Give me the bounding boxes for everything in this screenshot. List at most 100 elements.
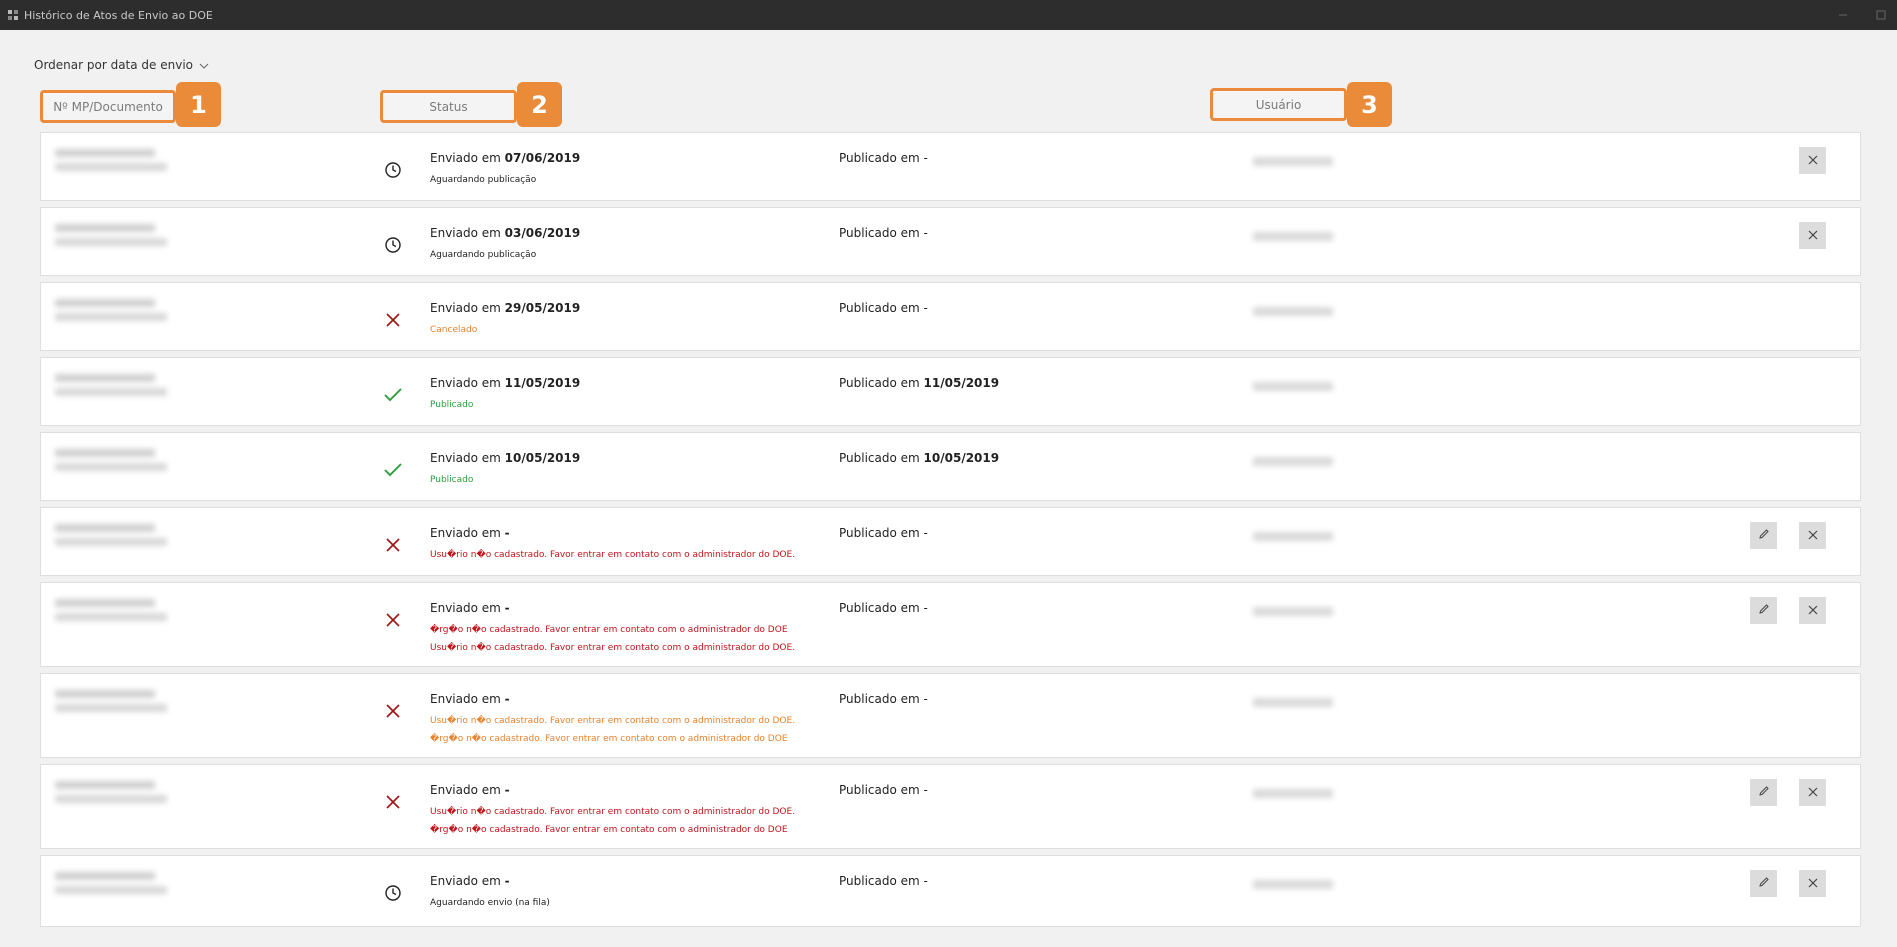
sent-date-value: - <box>504 526 510 540</box>
sent-date-value: - <box>504 692 510 706</box>
document-number-redacted <box>55 524 173 546</box>
column-header-status[interactable]: Status <box>380 90 517 123</box>
list-item[interactable]: Enviado em 03/06/2019 Aguardando publicaç… <box>40 207 1861 276</box>
clock-icon <box>382 159 404 181</box>
status-messages: Aguardando envio (na fila) <box>430 894 550 912</box>
sent-prefix: Enviado em <box>430 692 501 706</box>
sent-date: Enviado em 07/06/2019 <box>430 151 580 165</box>
status-messages: Cancelado <box>430 321 477 339</box>
user-name-redacted <box>1253 880 1333 889</box>
list-item[interactable]: Enviado em - Usu�rio n�o cadastrado. Favo… <box>40 764 1861 849</box>
clock-icon <box>382 882 404 904</box>
sent-prefix: Enviado em <box>430 451 501 465</box>
list-item[interactable]: Enviado em 07/06/2019 Aguardando publicaç… <box>40 132 1861 201</box>
delete-button[interactable] <box>1799 597 1826 624</box>
published-date-value: 10/05/2019 <box>923 451 1000 465</box>
sent-date: Enviado em 10/05/2019 <box>430 451 580 465</box>
pub-prefix: Publicado em <box>839 601 920 615</box>
status-message: �rg�o n�o cadastrado. Favor entrar em co… <box>430 734 788 744</box>
delete-button[interactable] <box>1799 870 1826 897</box>
sort-dropdown[interactable]: Ordenar por data de envio <box>34 58 209 72</box>
sent-date: Enviado em - <box>430 783 510 797</box>
edit-button[interactable] <box>1750 522 1777 549</box>
x-icon <box>382 791 404 813</box>
minimize-icon[interactable] <box>1835 7 1851 23</box>
published-date: Publicado em - <box>839 151 928 165</box>
clock-icon <box>382 234 404 256</box>
list-item[interactable]: Enviado em - Aguardando envio (na fila) Pu… <box>40 855 1861 927</box>
document-number-redacted <box>55 690 173 712</box>
status-message: Cancelado <box>430 325 478 335</box>
list-item[interactable]: Enviado em - Usu�rio n�o cadastrado. Favo… <box>40 507 1861 576</box>
pencil-icon <box>1758 876 1770 891</box>
x-icon <box>382 534 404 556</box>
status-message: Aguardando envio (na fila) <box>430 898 550 908</box>
published-date: Publicado em - <box>839 692 928 706</box>
published-date-value: - <box>923 301 928 315</box>
published-date: Publicado em 10/05/2019 <box>839 451 999 465</box>
pencil-icon <box>1758 528 1770 543</box>
pub-prefix: Publicado em <box>839 692 920 706</box>
delete-button[interactable] <box>1799 522 1826 549</box>
status-message: Usu�rio n�o cadastrado. Favor entrar em … <box>430 643 796 653</box>
list-item[interactable]: Enviado em 29/05/2019 Cancelado Publicado … <box>40 282 1861 351</box>
pub-prefix: Publicado em <box>839 526 920 540</box>
user-name-redacted <box>1253 789 1333 798</box>
published-date: Publicado em - <box>839 601 928 615</box>
sent-prefix: Enviado em <box>430 376 501 390</box>
delete-button[interactable] <box>1799 779 1826 806</box>
list-item[interactable]: Enviado em 10/05/2019 Publicado Publicado … <box>40 432 1861 501</box>
status-message: �rg�o n�o cadastrado. Favor entrar em co… <box>430 825 788 835</box>
sent-date: Enviado em - <box>430 601 510 615</box>
sent-date-value: 07/06/2019 <box>504 151 581 165</box>
status-messages: Usu�rio n�o cadastrado. Favor entrar em … <box>430 712 795 748</box>
status-messages: �rg�o n�o cadastrado. Favor entrar em co… <box>430 621 795 657</box>
edit-button[interactable] <box>1750 597 1777 624</box>
sent-date: Enviado em 11/05/2019 <box>430 376 580 390</box>
status-messages: Usu�rio n�o cadastrado. Favor entrar em … <box>430 546 795 564</box>
column-header-status-label: Status <box>429 99 468 114</box>
published-date: Publicado em - <box>839 783 928 797</box>
sent-date-value: 03/06/2019 <box>504 226 581 240</box>
status-message: Usu�rio n�o cadastrado. Favor entrar em … <box>430 807 796 817</box>
user-name-redacted <box>1253 457 1333 466</box>
callout-badge-2: 2 <box>517 82 562 127</box>
callout-badge-3: 3 <box>1347 82 1392 127</box>
document-number-redacted <box>55 781 173 803</box>
maximize-icon[interactable] <box>1873 7 1889 23</box>
column-header-user[interactable]: Usuário <box>1210 88 1347 121</box>
published-date: Publicado em - <box>839 226 928 240</box>
status-messages: Publicado <box>430 396 473 414</box>
status-messages: Publicado <box>430 471 473 489</box>
sent-date-value: 10/05/2019 <box>504 451 581 465</box>
edit-button[interactable] <box>1750 779 1777 806</box>
x-icon <box>382 309 404 331</box>
callout-badge-1: 1 <box>176 82 221 127</box>
edit-button[interactable] <box>1750 870 1777 897</box>
user-name-redacted <box>1253 607 1333 616</box>
document-number-redacted <box>55 224 173 246</box>
delete-button[interactable] <box>1799 147 1826 174</box>
list-item[interactable]: Enviado em 11/05/2019 Publicado Publicado … <box>40 357 1861 426</box>
document-number-redacted <box>55 449 173 471</box>
sent-date-value: - <box>504 874 510 888</box>
close-icon <box>1808 228 1818 243</box>
list-item[interactable]: Enviado em - �rg�o n�o cadastrado. Favor … <box>40 582 1861 667</box>
delete-button[interactable] <box>1799 222 1826 249</box>
document-number-redacted <box>55 149 173 171</box>
pub-prefix: Publicado em <box>839 451 920 465</box>
column-header-document[interactable]: Nº MP/Documento <box>40 90 176 123</box>
user-name-redacted <box>1253 307 1333 316</box>
app-logo-icon <box>6 8 20 22</box>
sent-date: Enviado em - <box>430 874 510 888</box>
published-date: Publicado em - <box>839 526 928 540</box>
sent-date-value: 11/05/2019 <box>504 376 581 390</box>
published-date-value: - <box>923 151 928 165</box>
title-bar: Histórico de Atos de Envio ao DOE <box>0 0 1897 30</box>
user-name-redacted <box>1253 382 1333 391</box>
pencil-icon <box>1758 785 1770 800</box>
list-item[interactable]: Enviado em - Usu�rio n�o cadastrado. Favo… <box>40 673 1861 758</box>
x-icon <box>382 609 404 631</box>
user-name-redacted <box>1253 532 1333 541</box>
sent-date: Enviado em 03/06/2019 <box>430 226 580 240</box>
